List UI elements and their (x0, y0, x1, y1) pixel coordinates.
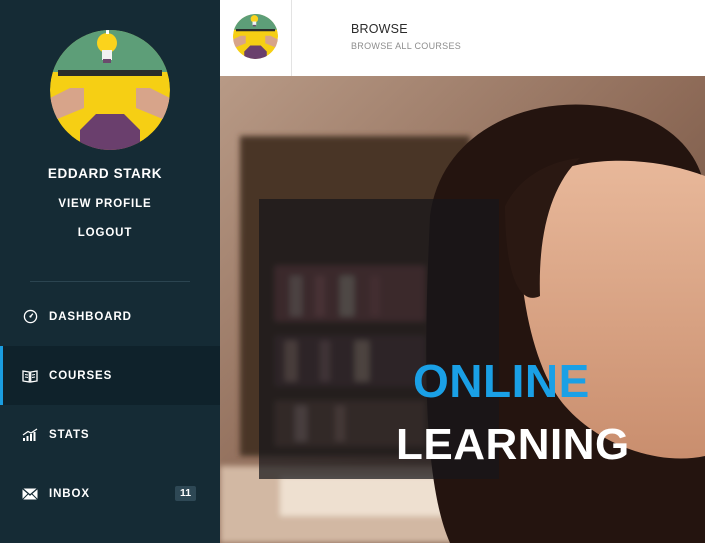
sidebar: EDDARD STARK VIEW PROFILE LOGOUT DASHBOA… (0, 0, 220, 543)
sidebar-item-label: STATS (49, 428, 90, 441)
sidebar-item-dashboard[interactable]: DASHBOARD (0, 287, 220, 346)
user-name: EDDARD STARK (47, 166, 163, 181)
profile-avatar[interactable] (50, 30, 170, 150)
envelope-icon (22, 486, 38, 502)
top-bar: BROWSE BROWSE ALL COURSES (220, 0, 705, 76)
sidebar-item-label: DASHBOARD (49, 310, 132, 323)
sidebar-divider (30, 281, 190, 282)
dashboard-icon (22, 309, 38, 325)
book-icon (22, 368, 38, 384)
user-avatar-icon (233, 14, 278, 59)
page-subtitle: BROWSE ALL COURSES (351, 41, 462, 51)
sidebar-item-inbox[interactable]: INBOX 11 (0, 464, 220, 523)
hero-heading-line2: LEARNING (396, 420, 630, 469)
header-separator (291, 0, 292, 76)
header-avatar[interactable] (233, 14, 278, 59)
stats-icon (22, 427, 38, 443)
sidebar-item-label: INBOX (49, 487, 90, 500)
sidebar-item-stats[interactable]: STATS (0, 405, 220, 464)
view-profile-link[interactable]: VIEW PROFILE (0, 198, 210, 210)
page-title: BROWSE (351, 22, 408, 36)
user-avatar-icon (50, 30, 170, 150)
hero-heading-line1: ONLINE (413, 355, 590, 407)
inbox-count-badge: 11 (175, 486, 197, 501)
logout-link[interactable]: LOGOUT (0, 227, 210, 239)
sidebar-item-courses[interactable]: COURSES (0, 346, 220, 405)
sidebar-item-label: COURSES (49, 369, 113, 382)
